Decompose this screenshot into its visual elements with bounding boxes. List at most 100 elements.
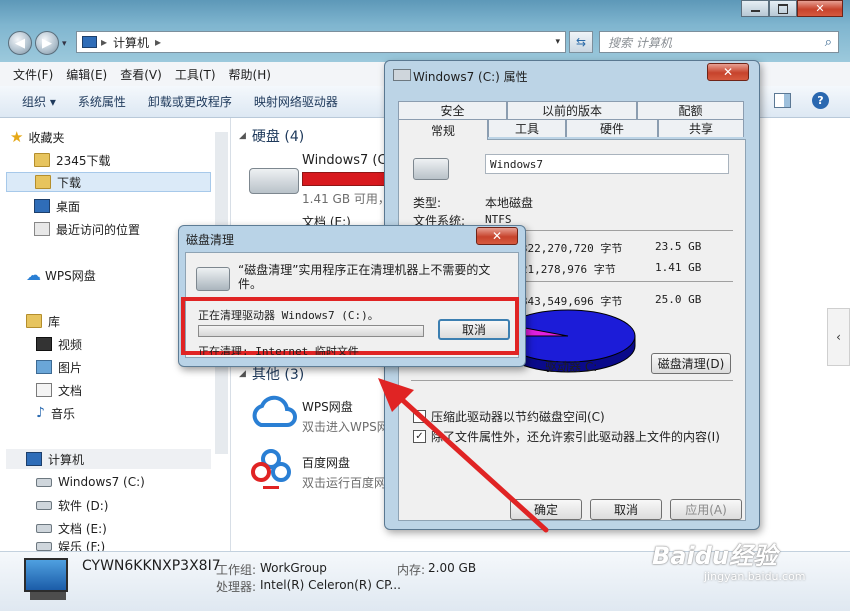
sidebar-label: 库 xyxy=(48,314,61,329)
address-dropdown-icon[interactable]: ▾ xyxy=(555,37,560,47)
menu-file[interactable]: 文件(F) xyxy=(13,66,53,83)
sidebar-item-drive-e[interactable]: 文档 (E:) xyxy=(36,518,107,538)
search-box[interactable]: 搜索 计算机 ⌕ xyxy=(599,31,839,53)
cleanup-progress-bar xyxy=(198,325,424,337)
uninstall-program-button[interactable]: 卸载或更改程序 xyxy=(148,93,232,110)
address-bar[interactable]: ▸ 计算机 ▸ ▾ xyxy=(76,31,566,53)
tab-sharing[interactable]: 共享 xyxy=(658,119,744,137)
organize-button[interactable]: 组织 ▾ xyxy=(22,93,56,110)
cpu-label: 处理器: xyxy=(216,580,257,594)
sidebar-item-label: 最近访问的位置 xyxy=(56,222,141,237)
breadcrumb-arrow-icon: ▸ xyxy=(155,35,162,49)
menu-help[interactable]: 帮助(H) xyxy=(229,66,271,83)
tab-label: 配额 xyxy=(678,104,703,118)
menu-tools[interactable]: 工具(T) xyxy=(175,66,216,83)
sidebar-item-pictures[interactable]: 图片 xyxy=(36,357,82,377)
sidebar-label: 计算机 xyxy=(48,452,85,467)
collapse-panel-icon[interactable]: ‹ xyxy=(827,308,850,366)
close-button[interactable]: ✕ xyxy=(707,63,749,81)
sidebar-item-drive-c[interactable]: Windows7 (C:) xyxy=(36,472,145,492)
sidebar-item-2345download[interactable]: 2345下载 xyxy=(34,150,111,170)
cloud-icon: ☁ xyxy=(26,266,41,284)
sidebar-item-label: 音乐 xyxy=(50,406,75,421)
back-button[interactable]: ◀ xyxy=(8,31,32,55)
refresh-button[interactable]: ⇆ xyxy=(569,31,593,53)
desktop-icon xyxy=(34,199,50,213)
sidebar-item-drive-f[interactable]: 娱乐 (F:) xyxy=(36,541,105,551)
dialog-title: Windows7 (C:) 属性 xyxy=(413,70,528,84)
drive-usage-bar xyxy=(302,172,386,186)
group-title: 硬盘 (4) xyxy=(251,129,305,145)
tab-quota[interactable]: 配额 xyxy=(637,101,744,119)
button-label: 应用(A) xyxy=(685,503,727,517)
tab-security[interactable]: 安全 xyxy=(398,101,507,119)
window-controls: ✕ xyxy=(741,0,845,18)
type-label: 类型: xyxy=(413,196,442,210)
drive-free-space: 1.41 GB 可用， xyxy=(302,192,390,206)
sidebar-item-desktop[interactable]: 桌面 xyxy=(34,196,80,216)
sidebar-wps[interactable]: ☁ WPS网盘 xyxy=(26,265,96,285)
sidebar-item-label: 软件 (D:) xyxy=(58,498,109,513)
close-button[interactable]: ✕ xyxy=(797,0,843,17)
forward-button[interactable]: ▶ xyxy=(35,31,59,55)
sidebar-libraries[interactable]: 库 xyxy=(26,311,60,331)
menu-edit[interactable]: 编辑(E) xyxy=(66,66,107,83)
sidebar-computer[interactable]: 计算机 xyxy=(6,449,211,469)
sidebar-item-videos[interactable]: 视频 xyxy=(36,334,82,354)
tab-label: 硬件 xyxy=(599,122,624,136)
capacity-size: 25.0 GB xyxy=(655,293,702,306)
nav-buttons: ◀ ▶ ▾ xyxy=(8,31,67,55)
workgroup-value: WorkGroup xyxy=(260,561,327,575)
menu-view[interactable]: 查看(V) xyxy=(120,66,162,83)
drive-c-tile[interactable]: Windows7 (C:) 1.41 GB 可用， xyxy=(302,153,396,207)
maximize-button[interactable] xyxy=(769,0,797,17)
disk-cleanup-button[interactable]: 磁盘清理(D) xyxy=(651,353,731,374)
breadcrumb-computer[interactable]: 计算机 xyxy=(113,34,149,51)
apply-button[interactable]: 应用(A) xyxy=(670,499,742,520)
system-properties-button[interactable]: 系统属性 xyxy=(78,93,126,110)
cpu-value: Intel(R) Celeron(R) CP... xyxy=(260,578,401,592)
tab-previous-versions[interactable]: 以前的版本 xyxy=(507,101,637,119)
button-label: 磁盘清理(D) xyxy=(657,357,725,371)
sidebar-item-label: 文档 (E:) xyxy=(58,521,107,536)
cancel-button[interactable]: 取消 xyxy=(590,499,662,520)
computer-name: CYWN6KKNXP3X8I7 xyxy=(82,558,221,574)
preview-pane-icon[interactable] xyxy=(774,93,791,108)
watermark-url: jingyan.baidu.com xyxy=(704,570,806,583)
tab-general[interactable]: 常规 xyxy=(398,119,488,140)
computer-icon xyxy=(26,452,42,466)
search-icon[interactable]: ⌕ xyxy=(825,35,832,50)
cleaning-drive-text: 正在清理驱动器 Windows7 (C:)。 xyxy=(198,309,379,322)
cleanup-cancel-button[interactable]: 取消 xyxy=(438,319,510,340)
picture-icon xyxy=(36,360,52,374)
minimize-button[interactable] xyxy=(741,0,769,17)
sidebar-favorites[interactable]: ★ 收藏夹 xyxy=(10,127,64,147)
sidebar-item-documents[interactable]: 文档 xyxy=(36,380,82,400)
cleaning-item-text: 正在清理: Internet 临时文件 xyxy=(198,345,359,355)
sidebar-item-downloads[interactable]: 下载 xyxy=(6,172,211,192)
computer-icon xyxy=(82,36,97,48)
breadcrumb-arrow-icon: ▸ xyxy=(101,35,108,49)
sidebar-item-recent[interactable]: 最近访问的位置 xyxy=(34,219,140,239)
wps-cloud-icon xyxy=(252,395,297,427)
close-button[interactable]: ✕ xyxy=(476,227,518,245)
recent-pages-icon[interactable]: ▾ xyxy=(62,39,67,55)
drive-e-name[interactable]: 文档 (E:) xyxy=(302,213,351,225)
document-icon xyxy=(36,383,52,397)
used-size: 23.5 GB xyxy=(655,240,702,253)
windows-drive-icon xyxy=(413,158,449,180)
sidebar-item-drive-d[interactable]: 软件 (D:) xyxy=(36,495,108,515)
hard-disk-group-header[interactable]: ◢ 硬盘 (4) xyxy=(239,126,304,146)
sidebar-item-music[interactable]: ♪ 音乐 xyxy=(36,403,75,423)
tab-tools[interactable]: 工具 xyxy=(488,119,566,137)
volume-name-input[interactable]: Windows7 xyxy=(485,154,729,174)
tab-label: 共享 xyxy=(688,122,713,136)
drive-icon xyxy=(393,69,411,81)
help-icon[interactable]: ? xyxy=(812,92,829,109)
other-group-header[interactable]: ◢ 其他 (3) xyxy=(239,364,304,384)
sidebar-item-label: 桌面 xyxy=(56,199,81,214)
tab-hardware[interactable]: 硬件 xyxy=(566,119,658,137)
drive-icon xyxy=(36,541,52,551)
sidebar-item-label: 文档 xyxy=(58,383,83,398)
map-network-drive-button[interactable]: 映射网络驱动器 xyxy=(254,93,338,110)
